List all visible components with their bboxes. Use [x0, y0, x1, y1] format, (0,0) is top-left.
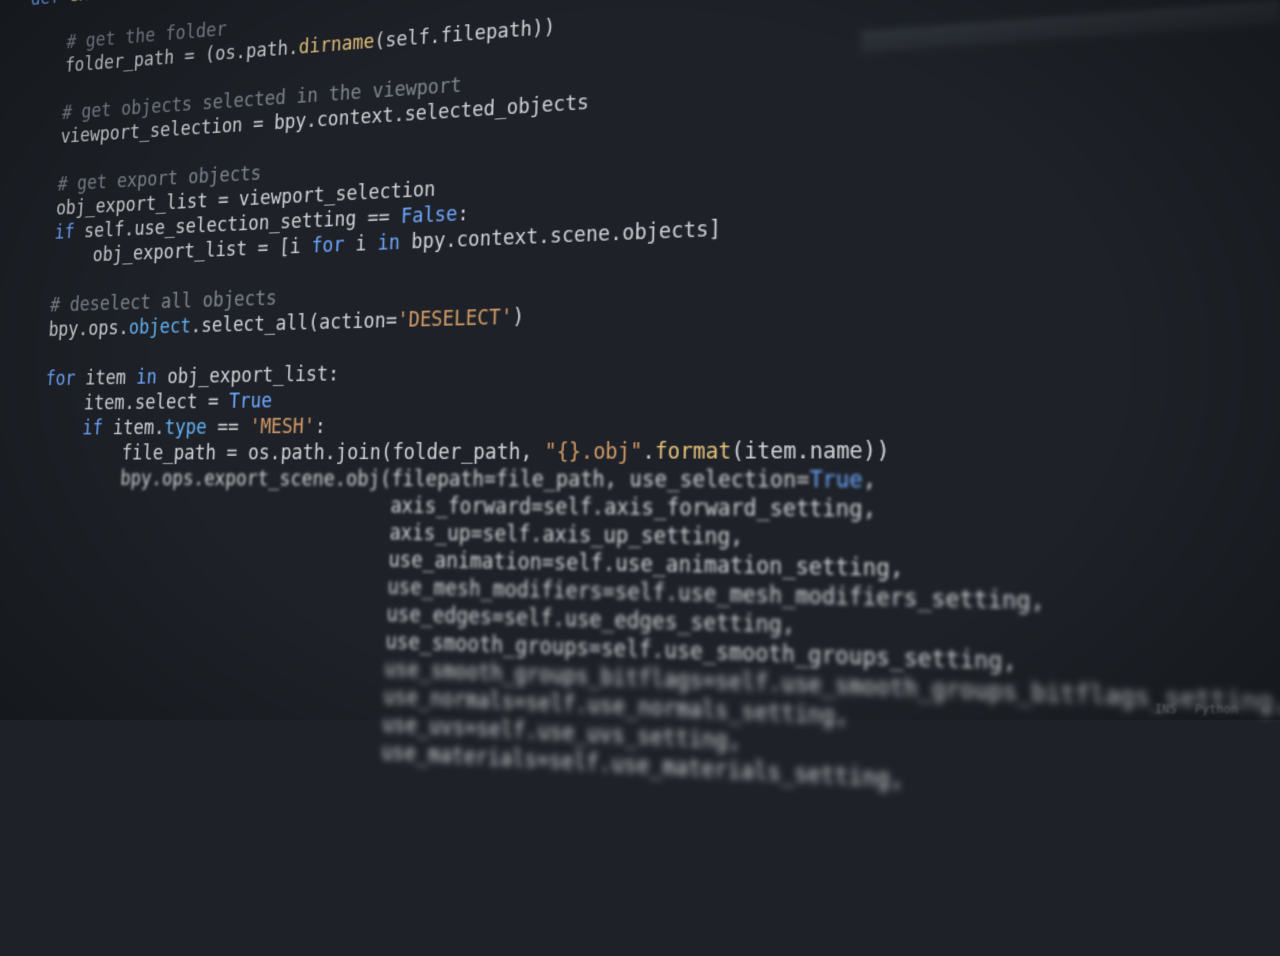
status-dot-icon [1262, 705, 1270, 713]
status-bar: INS Python [1155, 702, 1270, 716]
code-editor[interactable]: 177 default='Y',178 )179 global_scale_se… [0, 0, 1280, 858]
status-language: Python [1195, 702, 1238, 716]
status-insert-mode: INS [1155, 702, 1177, 716]
